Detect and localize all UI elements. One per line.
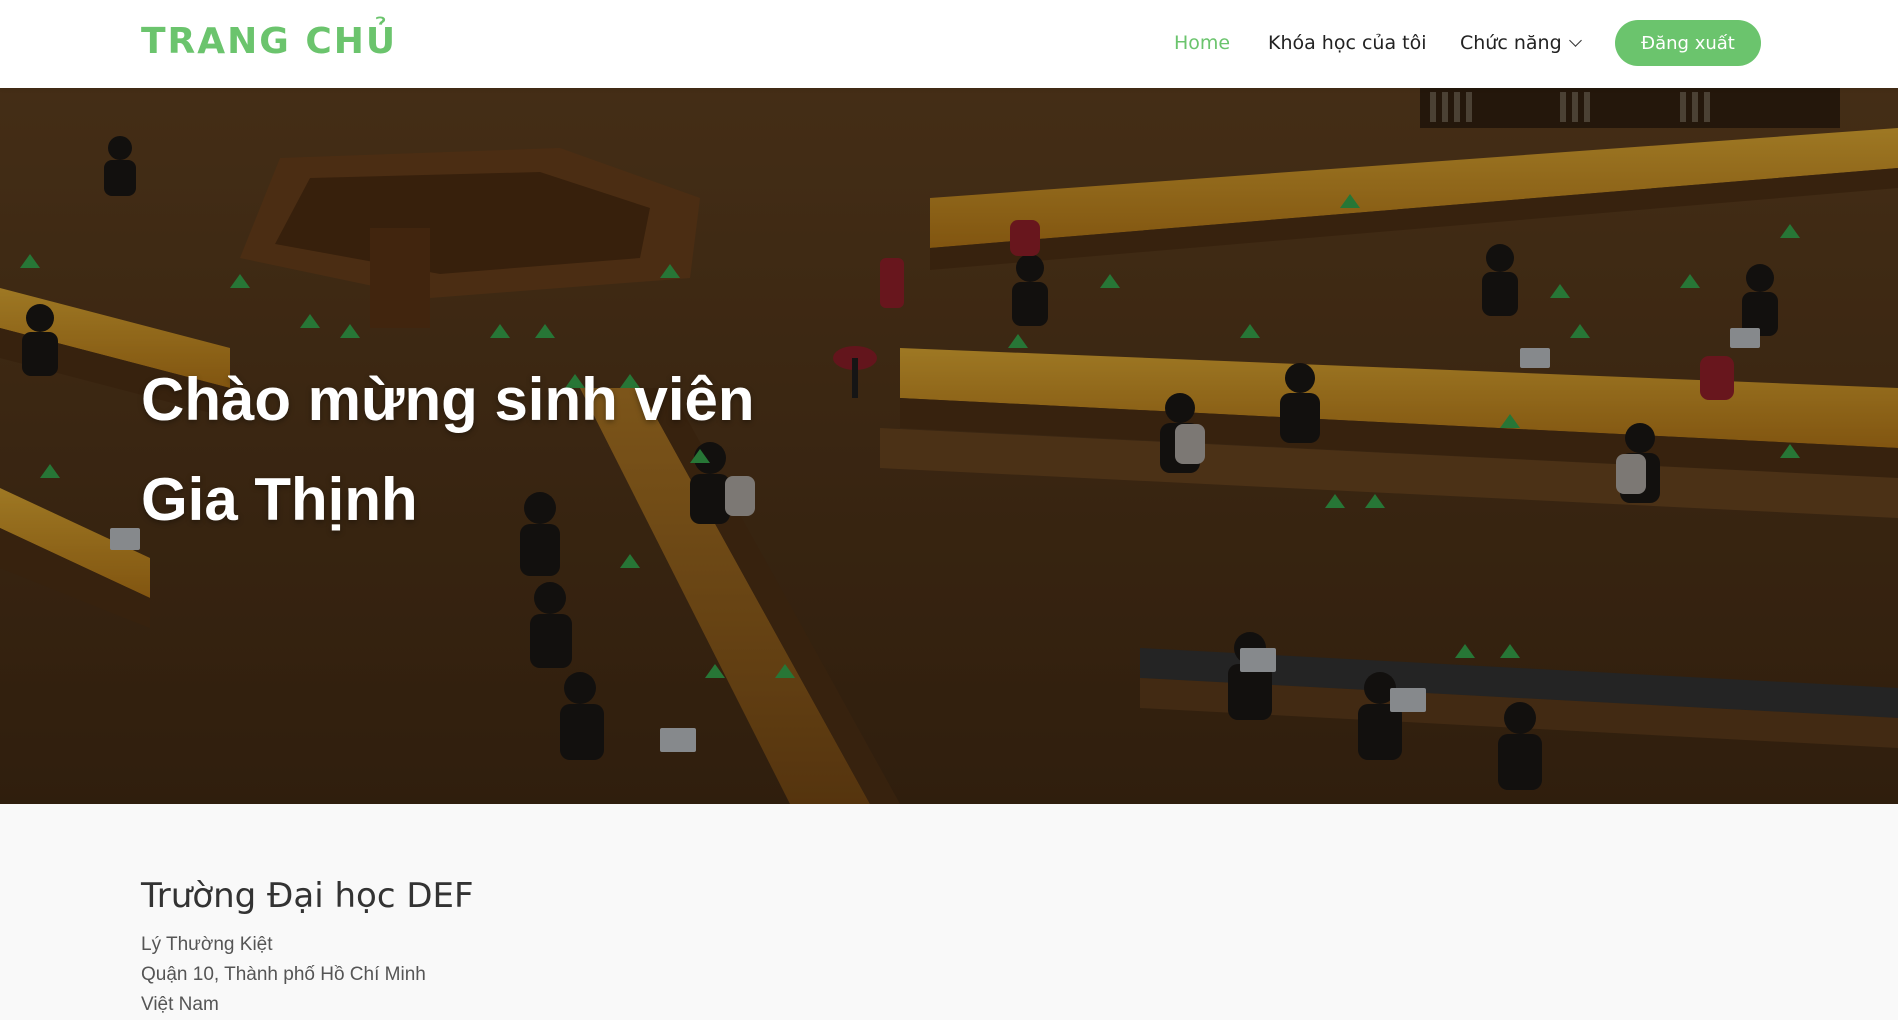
welcome-heading-line1: Chào mừng sinh viên <box>141 366 755 433</box>
school-name: Trường Đại học DEF <box>141 876 474 916</box>
chevron-down-icon <box>1568 33 1582 47</box>
nav-home-link[interactable]: Home <box>1174 20 1230 66</box>
address-district-city: Quận 10, Thành phố Hồ Chí Minh <box>141 964 426 985</box>
top-navbar: TRANG CHỦ Home Khóa học của tôi Chức năn… <box>0 0 1898 88</box>
site-logo[interactable]: TRANG CHỦ <box>141 20 397 64</box>
student-name: Gia Thịnh <box>141 466 418 533</box>
address-country: Việt Nam <box>141 994 219 1015</box>
welcome-heading: Chào mừng sinh viên Gia Thịnh <box>141 350 1041 550</box>
logout-button[interactable]: Đăng xuất <box>1615 20 1761 66</box>
hero-banner: Chào mừng sinh viên Gia Thịnh <box>0 88 1898 804</box>
nav-features-label: Chức năng <box>1460 32 1562 54</box>
nav-my-courses-link[interactable]: Khóa học của tôi <box>1268 20 1427 66</box>
address-street: Lý Thường Kiệt <box>141 934 273 955</box>
nav-features-dropdown[interactable]: Chức năng <box>1460 20 1582 66</box>
school-info-section: Trường Đại học DEF Lý Thường Kiệt Quận 1… <box>0 804 1898 1015</box>
